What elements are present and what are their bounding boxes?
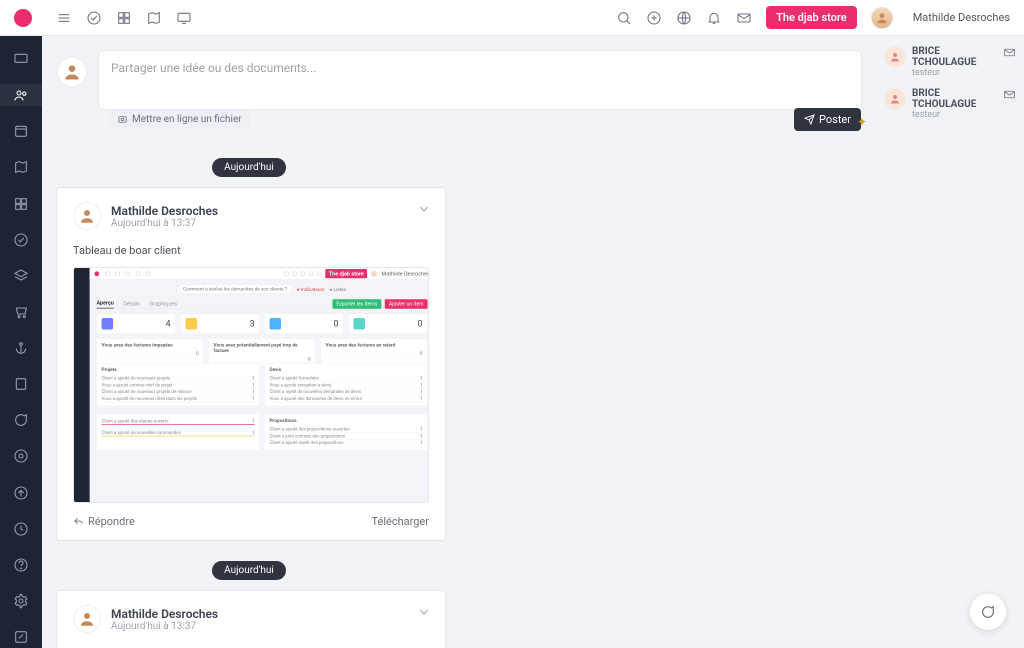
nav-chat[interactable] — [0, 409, 42, 431]
member-role: testeur — [912, 110, 997, 120]
post-author: Mathilde Desroches — [111, 204, 218, 218]
nav-calendar[interactable] — [0, 120, 42, 142]
member-mail-icon[interactable] — [1003, 46, 1016, 59]
composer[interactable]: Partager une idée ou des documents... Me… — [98, 50, 862, 110]
menu-icon[interactable] — [56, 10, 72, 26]
post-card: Mathilde Desroches Aujourd'hui à 13:37 — [56, 590, 446, 648]
nav-layers[interactable] — [0, 265, 42, 287]
nav-tasks[interactable] — [0, 229, 42, 251]
member-avatar — [884, 88, 906, 110]
member-item[interactable]: BRICE TCHOULAGUE testeur — [884, 88, 1016, 120]
member-item[interactable]: BRICE TCHOULAGUE testeur — [884, 46, 1016, 78]
post-avatar — [73, 605, 101, 633]
bell-icon[interactable] — [706, 10, 722, 26]
monitor-icon[interactable] — [176, 10, 192, 26]
store-button[interactable]: The djab store — [766, 6, 857, 29]
post-time: Aujourd'hui à 13:37 — [111, 218, 218, 229]
check-circle-icon[interactable] — [86, 10, 102, 26]
nav-apps[interactable] — [0, 193, 42, 215]
upload-file-button[interactable]: Mettre en ligne un fichier — [109, 110, 250, 129]
member-avatar — [884, 46, 906, 68]
post-title: Tableau de boar client — [73, 244, 429, 257]
post-collapse-icon[interactable] — [417, 605, 431, 622]
post-card: Mathilde Desroches Aujourd'hui à 13:37 T… — [56, 187, 446, 541]
nav-question[interactable] — [0, 554, 42, 576]
nav-book[interactable] — [0, 373, 42, 395]
globe-icon[interactable] — [676, 10, 692, 26]
nav-upload[interactable] — [0, 482, 42, 504]
nav-map[interactable] — [0, 156, 42, 178]
nav-people[interactable] — [0, 84, 42, 106]
grid-icon[interactable] — [116, 10, 132, 26]
nav-dashboard[interactable] — [0, 48, 42, 70]
map-icon[interactable] — [146, 10, 162, 26]
right-panel: BRICE TCHOULAGUE testeur BRICE TCHOULAGU… — [876, 36, 1024, 648]
post-button[interactable]: Poster — [794, 108, 861, 131]
post-attachment[interactable]: The djab store Mathilde Desroches Commen… — [73, 267, 429, 503]
post-collapse-icon[interactable] — [417, 202, 431, 219]
day-separator: Aujourd'hui — [212, 561, 286, 580]
plus-circle-icon[interactable] — [646, 10, 662, 26]
download-button[interactable]: Télécharger — [371, 515, 429, 528]
top-icons-left — [56, 10, 192, 26]
post-label: Poster — [819, 113, 851, 126]
top-icons-right: The djab store Mathilde Desroches — [616, 6, 1010, 29]
chat-fab[interactable] — [970, 594, 1006, 630]
upload-label: Mettre en ligne un fichier — [132, 114, 242, 125]
spark-icon: ✦ — [857, 115, 867, 129]
topbar: The djab store Mathilde Desroches — [0, 0, 1024, 36]
post-time: Aujourd'hui à 13:37 — [111, 621, 218, 632]
feed: Aujourd'hui Mathilde Desroches Aujourd'h… — [56, 158, 862, 648]
member-name: BRICE TCHOULAGUE — [912, 46, 997, 68]
member-mail-icon[interactable] — [1003, 88, 1016, 101]
nav-anchor[interactable] — [0, 337, 42, 359]
member-role: testeur — [912, 68, 997, 78]
sidebar — [0, 36, 42, 648]
nav-settings[interactable] — [0, 590, 42, 612]
nav-time[interactable] — [0, 518, 42, 540]
nav-help[interactable] — [0, 445, 42, 467]
post-avatar — [73, 202, 101, 230]
day-separator: Aujourd'hui — [212, 158, 286, 177]
search-icon[interactable] — [616, 10, 632, 26]
mail-icon[interactable] — [736, 10, 752, 26]
post-author: Mathilde Desroches — [111, 607, 218, 621]
composer-avatar — [57, 57, 87, 87]
composer-placeholder[interactable]: Partager une idée ou des documents... — [111, 61, 849, 75]
nav-edit[interactable] — [0, 626, 42, 648]
reply-button[interactable]: Répondre — [73, 515, 135, 528]
member-name: BRICE TCHOULAGUE — [912, 88, 997, 110]
nav-cart[interactable] — [0, 301, 42, 323]
main-area: Partager une idée ou des documents... Me… — [42, 36, 876, 648]
user-name: Mathilde Desroches — [913, 11, 1010, 24]
app-logo[interactable] — [14, 9, 32, 27]
user-avatar[interactable] — [871, 7, 893, 29]
